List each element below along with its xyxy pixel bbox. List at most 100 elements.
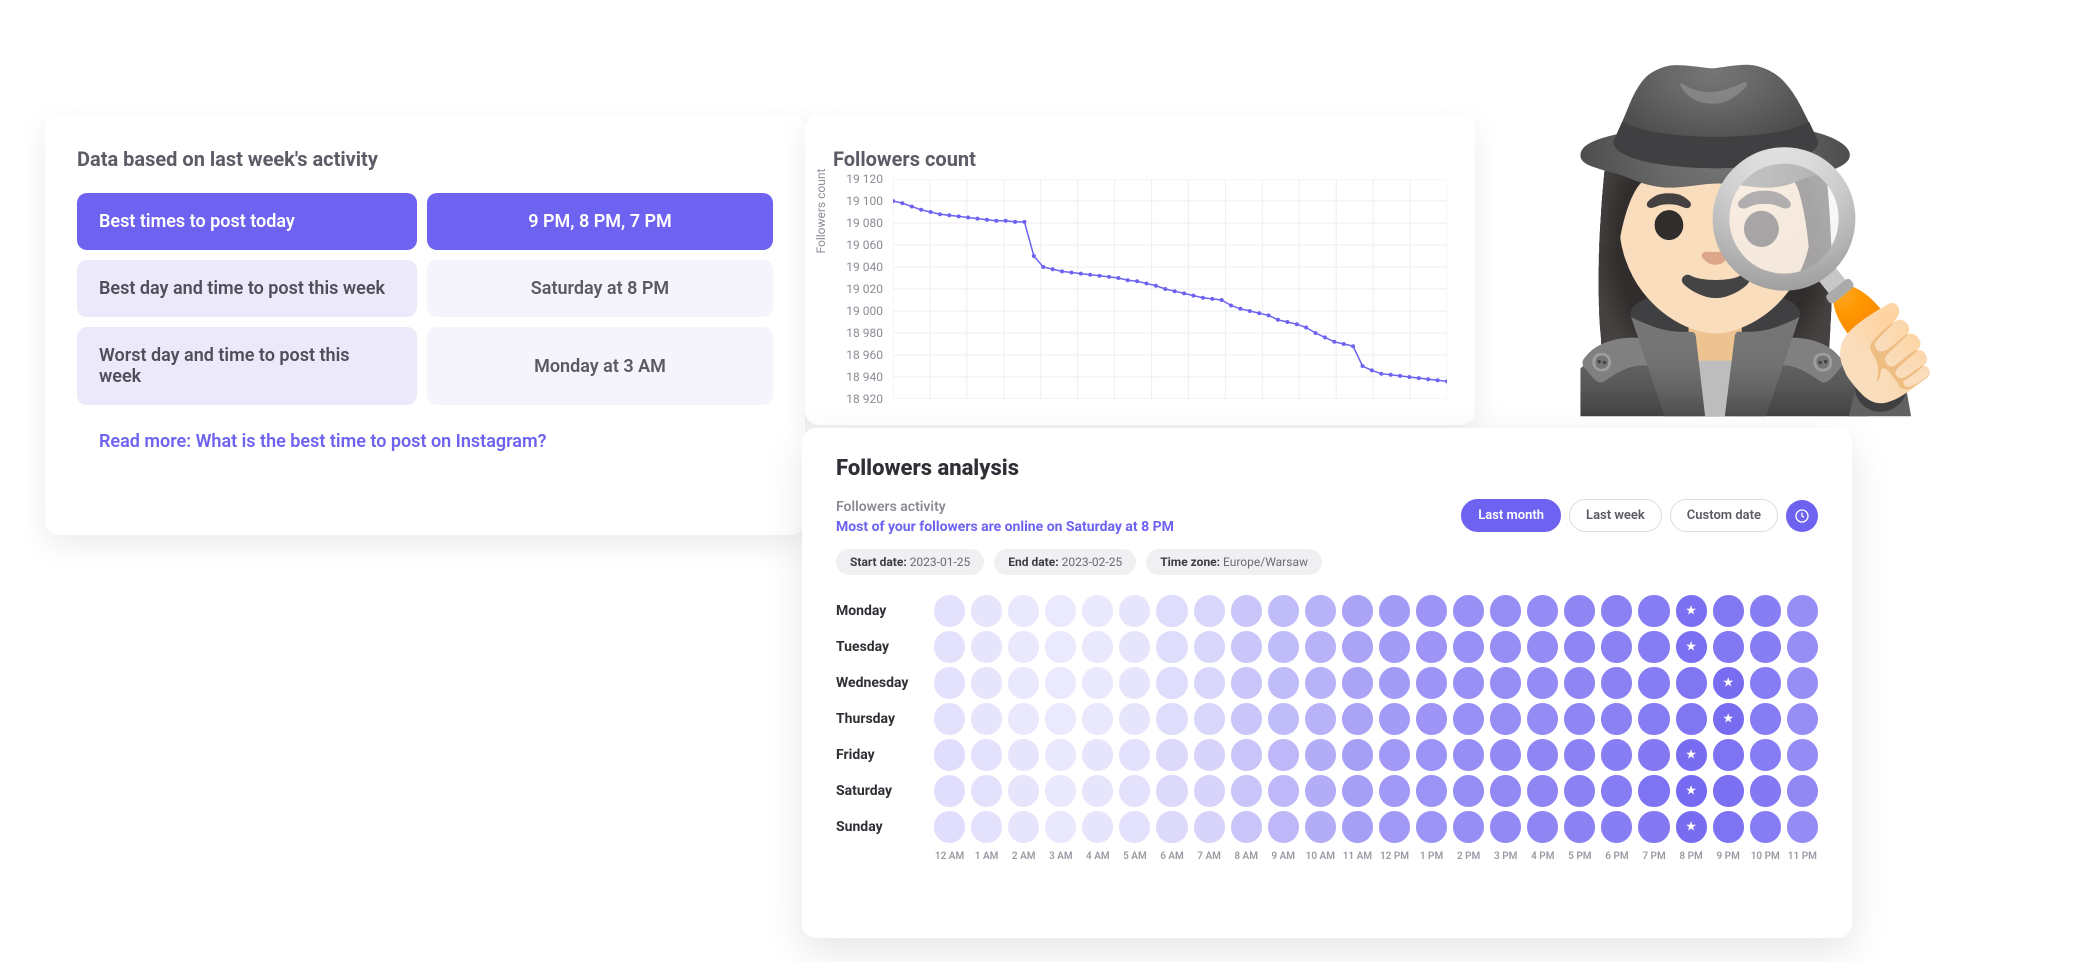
heatmap-cell[interactable]	[1676, 703, 1707, 734]
heatmap-cell[interactable]	[1638, 811, 1669, 842]
heatmap-cell[interactable]	[1156, 775, 1187, 806]
heatmap-cell[interactable]	[1119, 775, 1150, 806]
heatmap-cell[interactable]	[1156, 703, 1187, 734]
heatmap-cell[interactable]	[1713, 775, 1744, 806]
heatmap-cell[interactable]	[1601, 775, 1632, 806]
heatmap-cell[interactable]	[1750, 595, 1781, 626]
heatmap-cell[interactable]	[1676, 667, 1707, 698]
heatmap-cell[interactable]	[1082, 775, 1113, 806]
heatmap-cell[interactable]	[1379, 703, 1410, 734]
heatmap-cell[interactable]	[1119, 667, 1150, 698]
heatmap-cell[interactable]	[1787, 631, 1818, 662]
heatmap-cell[interactable]	[1416, 811, 1447, 842]
heatmap-cell[interactable]	[1787, 667, 1818, 698]
heatmap-cell[interactable]	[1305, 631, 1336, 662]
heatmap-cell[interactable]	[971, 631, 1002, 662]
heatmap-cell[interactable]	[1453, 595, 1484, 626]
heatmap-cell[interactable]	[1787, 775, 1818, 806]
heatmap-cell[interactable]	[1045, 703, 1076, 734]
heatmap-cell[interactable]	[1231, 739, 1262, 770]
heatmap-cell[interactable]: ★	[1713, 667, 1744, 698]
heatmap-cell[interactable]	[1194, 811, 1225, 842]
heatmap-cell[interactable]	[1564, 631, 1595, 662]
last-month-button[interactable]: Last month	[1461, 499, 1561, 532]
heatmap-cell[interactable]	[1045, 595, 1076, 626]
heatmap-cell[interactable]	[1638, 667, 1669, 698]
heatmap-cell[interactable]	[1750, 631, 1781, 662]
heatmap-cell[interactable]	[934, 595, 965, 626]
heatmap-cell[interactable]	[1750, 739, 1781, 770]
heatmap-cell[interactable]	[1527, 667, 1558, 698]
heatmap-cell[interactable]	[971, 811, 1002, 842]
heatmap-cell[interactable]	[1082, 667, 1113, 698]
heatmap-cell[interactable]	[1082, 595, 1113, 626]
heatmap-cell[interactable]	[1156, 739, 1187, 770]
heatmap-cell[interactable]	[1119, 703, 1150, 734]
heatmap-cell[interactable]	[1342, 775, 1373, 806]
heatmap-cell[interactable]	[1564, 703, 1595, 734]
heatmap-cell[interactable]	[1008, 703, 1039, 734]
heatmap-cell[interactable]	[1268, 595, 1299, 626]
heatmap-cell[interactable]	[1268, 667, 1299, 698]
heatmap-cell[interactable]	[1045, 667, 1076, 698]
heatmap-cell[interactable]	[1490, 811, 1521, 842]
heatmap-cell[interactable]	[971, 775, 1002, 806]
heatmap-cell[interactable]	[1194, 775, 1225, 806]
heatmap-cell[interactable]	[1008, 595, 1039, 626]
heatmap-cell[interactable]	[934, 703, 965, 734]
heatmap-cell[interactable]	[934, 631, 965, 662]
heatmap-cell[interactable]	[1564, 775, 1595, 806]
heatmap-cell[interactable]	[1527, 595, 1558, 626]
heatmap-cell[interactable]	[1305, 595, 1336, 626]
heatmap-cell[interactable]	[1194, 595, 1225, 626]
heatmap-cell[interactable]	[1453, 631, 1484, 662]
heatmap-cell[interactable]	[1453, 811, 1484, 842]
heatmap-cell[interactable]	[1601, 595, 1632, 626]
heatmap-cell[interactable]	[1638, 595, 1669, 626]
heatmap-cell[interactable]	[1342, 667, 1373, 698]
heatmap-cell[interactable]	[1490, 703, 1521, 734]
heatmap-cell[interactable]	[1564, 595, 1595, 626]
heatmap-cell[interactable]	[1082, 739, 1113, 770]
heatmap-cell[interactable]	[1342, 703, 1373, 734]
heatmap-cell[interactable]	[1342, 739, 1373, 770]
heatmap-cell[interactable]	[1416, 631, 1447, 662]
heatmap-cell[interactable]	[1601, 811, 1632, 842]
heatmap-cell[interactable]	[1045, 775, 1076, 806]
heatmap-cell[interactable]	[1379, 739, 1410, 770]
heatmap-cell[interactable]: ★	[1676, 811, 1707, 842]
heatmap-cell[interactable]: ★	[1676, 595, 1707, 626]
heatmap-cell[interactable]	[1713, 631, 1744, 662]
heatmap-cell[interactable]	[1490, 739, 1521, 770]
heatmap-cell[interactable]	[1601, 703, 1632, 734]
heatmap-cell[interactable]	[1082, 811, 1113, 842]
heatmap-cell[interactable]	[1231, 667, 1262, 698]
heatmap-cell[interactable]	[1156, 631, 1187, 662]
heatmap-cell[interactable]	[934, 811, 965, 842]
heatmap-cell[interactable]	[971, 739, 1002, 770]
heatmap-cell[interactable]	[1045, 739, 1076, 770]
heatmap-cell[interactable]	[1453, 667, 1484, 698]
heatmap-cell[interactable]	[1601, 667, 1632, 698]
heatmap-cell[interactable]	[1638, 631, 1669, 662]
heatmap-cell[interactable]	[1231, 595, 1262, 626]
heatmap-cell[interactable]	[1527, 775, 1558, 806]
heatmap-cell[interactable]	[1305, 739, 1336, 770]
heatmap-cell[interactable]	[1750, 703, 1781, 734]
heatmap-cell[interactable]	[1342, 631, 1373, 662]
heatmap-cell[interactable]	[1564, 739, 1595, 770]
clock-icon-button[interactable]	[1786, 500, 1818, 532]
heatmap-cell[interactable]	[1231, 775, 1262, 806]
heatmap-cell[interactable]	[1305, 775, 1336, 806]
heatmap-cell[interactable]	[1416, 595, 1447, 626]
heatmap-cell[interactable]	[1119, 811, 1150, 842]
heatmap-cell[interactable]	[1342, 811, 1373, 842]
heatmap-cell[interactable]	[1490, 775, 1521, 806]
heatmap-cell[interactable]	[1750, 667, 1781, 698]
heatmap-cell[interactable]	[1231, 631, 1262, 662]
heatmap-cell[interactable]	[1045, 811, 1076, 842]
heatmap-cell[interactable]	[1194, 739, 1225, 770]
heatmap-cell[interactable]	[1787, 811, 1818, 842]
heatmap-cell[interactable]	[1453, 775, 1484, 806]
heatmap-cell[interactable]	[1379, 775, 1410, 806]
